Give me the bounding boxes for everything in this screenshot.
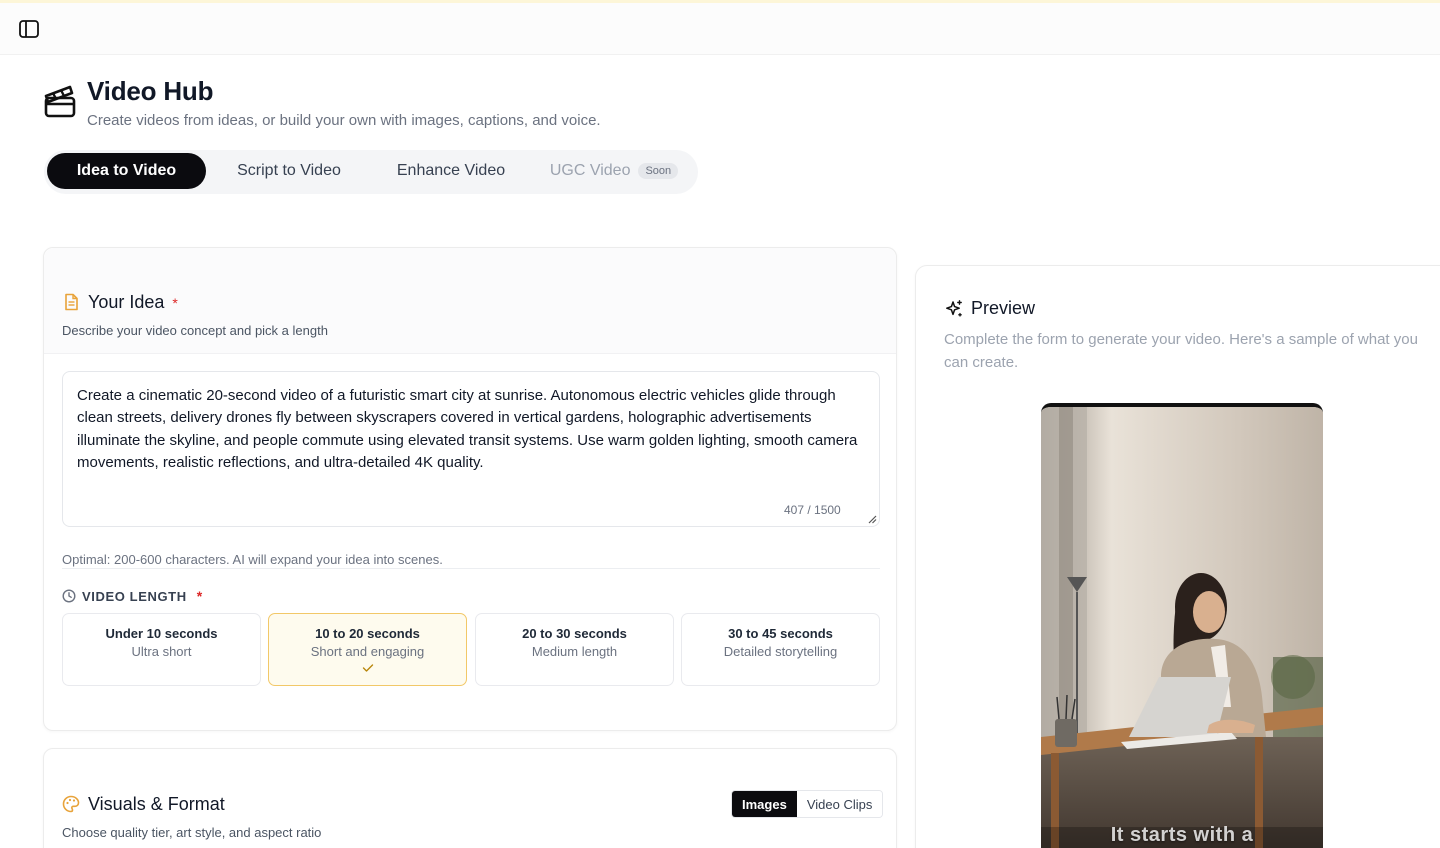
soon-badge: Soon <box>638 163 679 179</box>
preview-title: Preview <box>971 298 1036 318</box>
mode-tabs: Idea to Video Script to Video Enhance Vi… <box>44 150 698 194</box>
length-option-30-to-45[interactable]: 30 to 45 seconds Detailed storytelling <box>681 613 880 686</box>
clock-icon <box>62 589 76 603</box>
length-option-title: 10 to 20 seconds <box>315 626 420 641</box>
tab-enhance-video[interactable]: Enhance Video <box>372 153 530 189</box>
top-bar <box>0 3 1440 55</box>
divider <box>62 568 880 569</box>
sample-video-preview[interactable]: It starts with a <box>1041 403 1323 848</box>
mode-video-clips-button[interactable]: Video Clips <box>796 791 883 817</box>
clapperboard-icon <box>44 85 76 118</box>
visuals-description: Choose quality tier, art style, and aspe… <box>62 825 322 840</box>
page-subtitle: Create videos from ideas, or build your … <box>87 112 601 129</box>
length-option-title: 30 to 45 seconds <box>728 626 833 641</box>
tab-script-to-video[interactable]: Script to Video <box>210 153 368 189</box>
idea-textarea[interactable]: Create a cinematic 20-second video of a … <box>62 371 880 527</box>
visuals-card: Visuals & Format Choose quality tier, ar… <box>43 748 897 848</box>
char-count: 407 / 1500 <box>784 503 841 517</box>
mode-images-button[interactable]: Images <box>732 791 797 817</box>
required-mark: * <box>196 588 203 604</box>
idea-title-text: Your Idea <box>88 292 165 312</box>
length-option-20-to-30[interactable]: 20 to 30 seconds Medium length <box>475 613 674 686</box>
video-length-label-text: VIDEO LENGTH <box>82 588 187 604</box>
length-option-under-10[interactable]: Under 10 seconds Ultra short <box>62 613 261 686</box>
required-mark: * <box>172 295 178 311</box>
visuals-title: Visuals & Format <box>88 794 225 814</box>
idea-description: Describe your video concept and pick a l… <box>62 323 328 338</box>
palette-icon <box>62 795 80 813</box>
document-icon <box>65 293 78 311</box>
sidebar-toggle-icon[interactable] <box>18 19 40 39</box>
length-option-title: 20 to 30 seconds <box>522 626 627 641</box>
page-title: Video Hub <box>87 76 214 106</box>
length-option-desc: Detailed storytelling <box>723 644 838 659</box>
sample-video-image <box>1041 407 1323 848</box>
tab-idea-to-video[interactable]: Idea to Video <box>47 153 206 189</box>
helper-text: Optimal: 200-600 characters. AI will exp… <box>62 552 443 567</box>
length-option-desc: Short and engaging <box>310 644 425 659</box>
preview-description: Complete the form to generate your video… <box>944 331 1418 371</box>
preview-card: Preview Complete the form to generate yo… <box>915 265 1440 848</box>
sparkles-icon <box>946 300 962 317</box>
length-option-title: Under 10 seconds <box>105 626 218 641</box>
idea-card-header: Your Idea * Describe your video concept a… <box>44 248 896 354</box>
length-option-desc: Ultra short <box>131 644 192 659</box>
resize-handle-icon[interactable] <box>867 514 877 524</box>
video-caption: It starts with a <box>1110 824 1254 846</box>
idea-title: Your Idea * <box>88 292 178 313</box>
idea-card: Your Idea * Describe your video concept a… <box>43 247 897 731</box>
video-length-label: VIDEO LENGTH * <box>62 588 203 604</box>
check-icon <box>362 664 373 672</box>
media-mode-toggle: Images Video Clips <box>731 790 884 818</box>
length-option-desc: Medium length <box>531 644 618 659</box>
tab-ugc-video: UGC Video Soon <box>536 153 692 189</box>
length-option-10-to-20[interactable]: 10 to 20 seconds Short and engaging <box>268 613 467 686</box>
tab-ugc-video-label: UGC Video <box>549 162 631 179</box>
